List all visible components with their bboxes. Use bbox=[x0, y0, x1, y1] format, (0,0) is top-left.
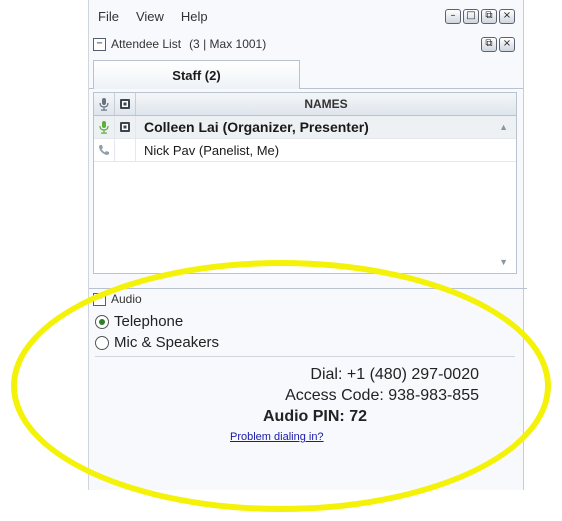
attendee-name: Nick Pav (Panelist, Me) bbox=[144, 142, 280, 158]
telephone-option[interactable]: Telephone bbox=[95, 313, 183, 330]
attendee-list-header: − Attendee List (3 | Max 1001) ⧉ × bbox=[93, 34, 519, 54]
attendee-controls: ⧉ × bbox=[481, 37, 515, 52]
close-attendee-button[interactable]: × bbox=[499, 37, 515, 52]
access-code-line: Access Code: 938-983-855 bbox=[285, 387, 479, 405]
microphone-column-icon[interactable] bbox=[94, 93, 115, 115]
audio-section-header: − Audio bbox=[89, 288, 527, 309]
close-button[interactable]: × bbox=[499, 9, 515, 24]
popout-attendee-button[interactable]: ⧉ bbox=[481, 37, 497, 52]
dial-number: +1 (480) 297-0020 bbox=[346, 366, 479, 383]
audio-divider bbox=[95, 356, 515, 357]
window-controls: – □ ⧉ × bbox=[445, 9, 515, 24]
names-column-header[interactable]: NAMES bbox=[136, 97, 516, 111]
restore-button[interactable]: ⧉ bbox=[481, 9, 497, 24]
menu-help[interactable]: Help bbox=[181, 9, 208, 24]
problem-dialing-link[interactable]: Problem dialing in? bbox=[230, 431, 324, 443]
minimize-button[interactable]: – bbox=[445, 9, 461, 24]
menu-file[interactable]: File bbox=[98, 9, 119, 24]
access-code-label: Access Code: bbox=[285, 387, 384, 404]
access-code-value: 938-983-855 bbox=[388, 387, 479, 404]
video-column-icon[interactable] bbox=[115, 93, 136, 115]
telephone-radio[interactable] bbox=[95, 314, 109, 329]
menu-bar: File View Help – □ ⧉ × bbox=[89, 2, 523, 30]
dial-line: Dial: +1 (480) 297-0020 bbox=[310, 366, 479, 384]
scroll-up-icon[interactable]: ▲ bbox=[499, 122, 508, 132]
meeting-panel: File View Help – □ ⧉ × − Attendee List (… bbox=[88, 0, 527, 490]
collapse-audio-button[interactable]: − bbox=[93, 292, 106, 306]
mic-speakers-radio[interactable] bbox=[95, 335, 109, 350]
video-icon[interactable] bbox=[115, 116, 136, 138]
collapse-attendee-button[interactable]: − bbox=[93, 37, 106, 51]
tab-bar: Staff (2) bbox=[89, 58, 523, 89]
attendee-name: Colleen Lai (Organizer, Presenter) bbox=[144, 119, 369, 135]
mic-speakers-label: Mic & Speakers bbox=[114, 334, 220, 351]
audio-pin-value: 72 bbox=[349, 408, 367, 425]
microphone-icon[interactable] bbox=[94, 116, 115, 138]
attendee-list-title: Attendee List bbox=[111, 37, 182, 51]
video-off-cell bbox=[115, 139, 136, 161]
mic-speakers-option[interactable]: Mic & Speakers bbox=[95, 334, 219, 351]
table-row[interactable]: Colleen Lai (Organizer, Presenter) ▲ bbox=[94, 116, 516, 139]
tab-staff[interactable]: Staff (2) bbox=[93, 60, 300, 89]
audio-title: Audio bbox=[111, 292, 142, 306]
dial-label: Dial: bbox=[310, 366, 343, 383]
table-header: NAMES bbox=[94, 93, 516, 116]
maximize-button[interactable]: □ bbox=[463, 9, 479, 24]
phone-icon bbox=[94, 139, 115, 161]
audio-pin-line: Audio PIN: 72 bbox=[263, 408, 367, 426]
attendee-table: NAMES Colleen Lai (Organizer, Presenter) bbox=[93, 92, 517, 274]
table-row[interactable]: Nick Pav (Panelist, Me) bbox=[94, 139, 516, 162]
scroll-down-icon[interactable]: ▼ bbox=[499, 257, 508, 267]
telephone-label: Telephone bbox=[114, 313, 184, 330]
audio-pin-label: Audio PIN: bbox=[262, 408, 345, 425]
menu-view[interactable]: View bbox=[136, 9, 164, 24]
attendee-count: (3 | Max 1001) bbox=[189, 37, 267, 51]
